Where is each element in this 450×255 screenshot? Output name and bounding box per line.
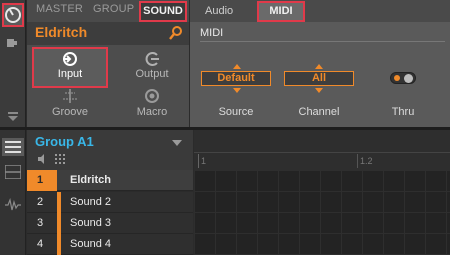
group-name[interactable]: Group A1 (35, 134, 94, 149)
output-module-label: Output (135, 68, 169, 80)
source-value[interactable]: Default (201, 71, 271, 86)
input-module-label: Input (57, 68, 83, 80)
search-icon[interactable] (168, 25, 184, 41)
pattern-view-button[interactable] (2, 138, 24, 156)
tab-master[interactable]: MASTER (36, 3, 83, 15)
sound-name: Eldritch (70, 174, 111, 186)
group-dropdown-icon[interactable] (172, 140, 182, 146)
tab-sound[interactable]: SOUND (139, 1, 187, 22)
ruler-tick-label: 1 (201, 156, 207, 166)
source-down-arrow-icon[interactable] (233, 88, 241, 93)
collapse-caret-icon (8, 116, 18, 121)
pattern-grid[interactable] (194, 170, 450, 255)
sound-number: 1 (27, 170, 57, 191)
toggle-led (394, 75, 400, 81)
sound-name: Sound 2 (70, 196, 111, 208)
plugin-icon[interactable] (5, 36, 21, 50)
beat-marker (357, 154, 358, 168)
ruler-tick-label: 1.2 (360, 156, 373, 166)
collapse-arrow-icon[interactable] (8, 112, 18, 114)
macro-module-label: Macro (136, 106, 168, 118)
ruler-divider (194, 152, 450, 153)
sound-color-bar (57, 192, 61, 213)
midi-section-title: MIDI (200, 27, 224, 39)
sound-name: Eldritch (35, 24, 88, 40)
channel-label: Channel (298, 106, 340, 118)
channel-value[interactable]: All (284, 71, 354, 86)
toggle-knob (404, 74, 413, 83)
waveform-icon[interactable] (5, 198, 21, 212)
channel-up-arrow-icon[interactable] (315, 64, 323, 69)
control-view-button[interactable] (2, 3, 24, 27)
knob-icon (5, 7, 21, 23)
pads-icon[interactable] (55, 154, 65, 164)
timeline-ruler[interactable] (194, 130, 450, 170)
list-icon (5, 141, 21, 153)
grid-view-icon[interactable] (5, 165, 21, 179)
macro-icon (145, 89, 159, 103)
sound-color-bar (57, 213, 61, 234)
thru-toggle[interactable] (390, 72, 416, 84)
bar-marker (198, 154, 199, 168)
tab-group[interactable]: GROUP (93, 3, 134, 15)
output-icon (145, 52, 159, 66)
sound-color-bar (57, 234, 61, 255)
sound-number: 2 (37, 196, 44, 208)
sound-name: Sound 3 (70, 217, 111, 229)
source-label: Source (218, 106, 254, 118)
tab-audio[interactable]: Audio (205, 5, 233, 17)
channel-down-arrow-icon[interactable] (315, 88, 323, 93)
tab-midi[interactable]: MIDI (257, 1, 305, 22)
section-divider (200, 41, 445, 42)
sound-number: 4 (37, 238, 44, 250)
thru-label: Thru (391, 106, 415, 118)
source-up-arrow-icon[interactable] (233, 64, 241, 69)
groove-module-label: Groove (51, 106, 89, 118)
input-icon (63, 52, 77, 66)
groove-icon (63, 89, 77, 103)
speaker-icon[interactable] (38, 154, 48, 164)
sound-name: Sound 4 (70, 238, 111, 250)
sound-number: 3 (37, 217, 44, 229)
